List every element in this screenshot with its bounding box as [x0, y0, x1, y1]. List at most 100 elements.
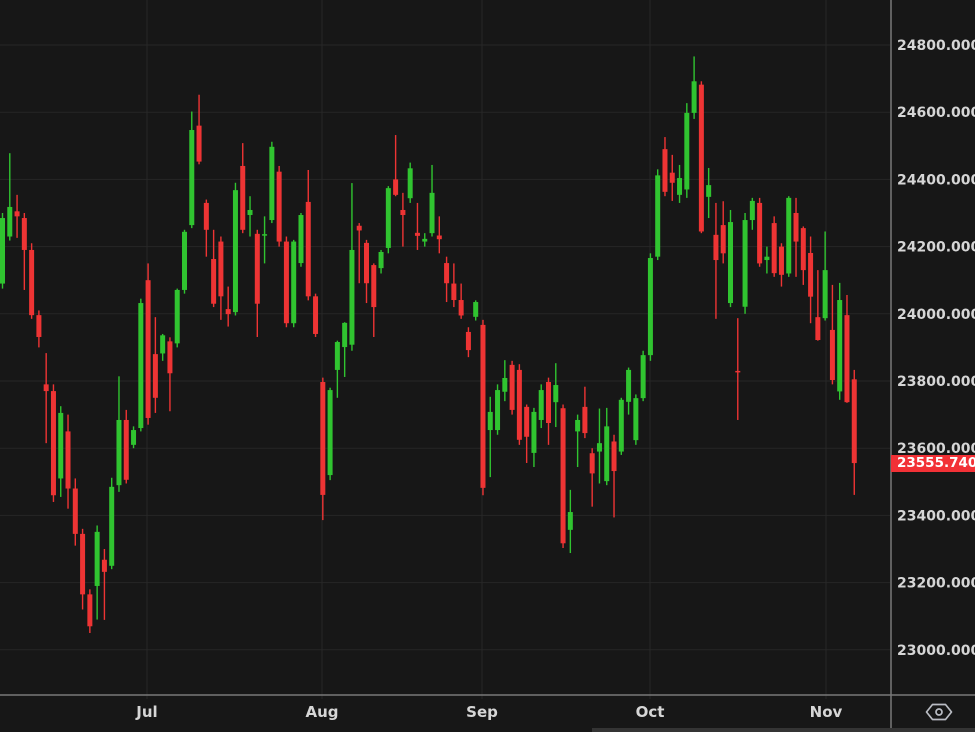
candle — [488, 397, 493, 477]
candle — [218, 237, 223, 320]
candle — [226, 287, 231, 327]
candle — [619, 398, 624, 455]
candle — [852, 370, 857, 495]
price-tick-label: 23800.000 — [897, 374, 975, 390]
candle — [116, 376, 121, 492]
candle — [153, 317, 158, 413]
price-tick-label: 23000.000 — [897, 643, 975, 659]
candle — [102, 549, 107, 620]
candle — [328, 388, 333, 480]
candle — [269, 142, 274, 223]
candle — [364, 240, 369, 303]
candle — [146, 263, 151, 424]
candle — [517, 364, 522, 445]
candle — [240, 143, 245, 233]
candle — [539, 384, 544, 428]
candle — [684, 103, 689, 198]
candle — [473, 300, 478, 320]
candle — [444, 257, 449, 302]
candle — [794, 198, 799, 277]
candle — [175, 289, 180, 348]
time-axis[interactable]: JulAugSepOctNov — [135, 703, 842, 721]
candle — [51, 384, 56, 502]
candle — [830, 285, 835, 384]
candle — [182, 230, 187, 294]
candle — [0, 213, 5, 289]
candle — [320, 378, 325, 520]
candle — [604, 408, 609, 485]
price-axis[interactable]: 24800.00024600.00024400.00024200.0002400… — [897, 38, 975, 659]
candle — [743, 213, 748, 314]
candle — [131, 426, 136, 448]
candle — [44, 353, 49, 443]
candle — [502, 360, 507, 401]
candle — [306, 170, 311, 300]
candle — [87, 589, 92, 633]
candle — [677, 165, 682, 203]
candle — [837, 283, 842, 400]
candle — [553, 363, 558, 427]
candle — [58, 406, 63, 497]
candle — [189, 112, 194, 229]
candle — [422, 233, 427, 246]
price-tick-label: 24400.000 — [897, 172, 975, 188]
candle — [531, 408, 536, 467]
candle — [80, 529, 85, 610]
candle — [692, 56, 697, 118]
price-tick-label: 24000.000 — [897, 307, 975, 323]
candle — [408, 163, 413, 203]
price-tick-label: 23400.000 — [897, 508, 975, 524]
price-tick-label: 23200.000 — [897, 576, 975, 592]
candle — [546, 378, 551, 445]
candle — [371, 263, 376, 337]
candle — [568, 490, 573, 553]
candle — [510, 361, 515, 415]
candle — [801, 226, 806, 284]
candle — [779, 243, 784, 286]
candle — [699, 81, 704, 233]
candle — [524, 405, 529, 463]
last-price-label: 23555.740 — [891, 455, 975, 472]
horizontal-scrollbar[interactable] — [592, 728, 975, 732]
candle — [7, 153, 12, 240]
candle — [815, 270, 820, 341]
price-tick-label: 24600.000 — [897, 105, 975, 121]
candle — [575, 415, 580, 467]
candle — [211, 230, 216, 307]
candle — [844, 295, 849, 403]
month-tick-label: Aug — [305, 703, 338, 721]
month-tick-label: Sep — [466, 703, 498, 721]
candle — [823, 231, 828, 320]
candle — [386, 186, 391, 253]
candle — [167, 337, 172, 411]
candlestick-chart[interactable]: 24800.00024600.00024400.00024200.0002400… — [0, 0, 975, 732]
candle — [36, 310, 41, 347]
candle — [459, 284, 464, 319]
candle — [655, 169, 660, 260]
candle — [138, 299, 143, 432]
candle — [277, 166, 282, 247]
chart-window: 24800.00024600.00024400.00024200.0002400… — [0, 0, 975, 732]
candle — [313, 294, 318, 337]
candle — [750, 198, 755, 230]
candle — [73, 478, 78, 545]
candle — [480, 320, 485, 495]
price-tick-label: 24800.000 — [897, 38, 975, 54]
candle — [466, 327, 471, 357]
candle — [262, 216, 267, 263]
candle — [357, 223, 362, 283]
candle — [29, 243, 34, 319]
candle — [590, 448, 595, 506]
candle — [342, 322, 347, 377]
candle — [706, 168, 711, 218]
candle — [597, 409, 602, 484]
candle — [772, 216, 777, 276]
candle — [22, 213, 27, 290]
candle — [248, 196, 253, 236]
gridlines — [0, 0, 890, 699]
candle — [349, 183, 354, 351]
candle — [612, 435, 617, 518]
candle — [808, 237, 813, 324]
month-tick-label: Jul — [135, 703, 157, 721]
candle — [641, 351, 646, 401]
